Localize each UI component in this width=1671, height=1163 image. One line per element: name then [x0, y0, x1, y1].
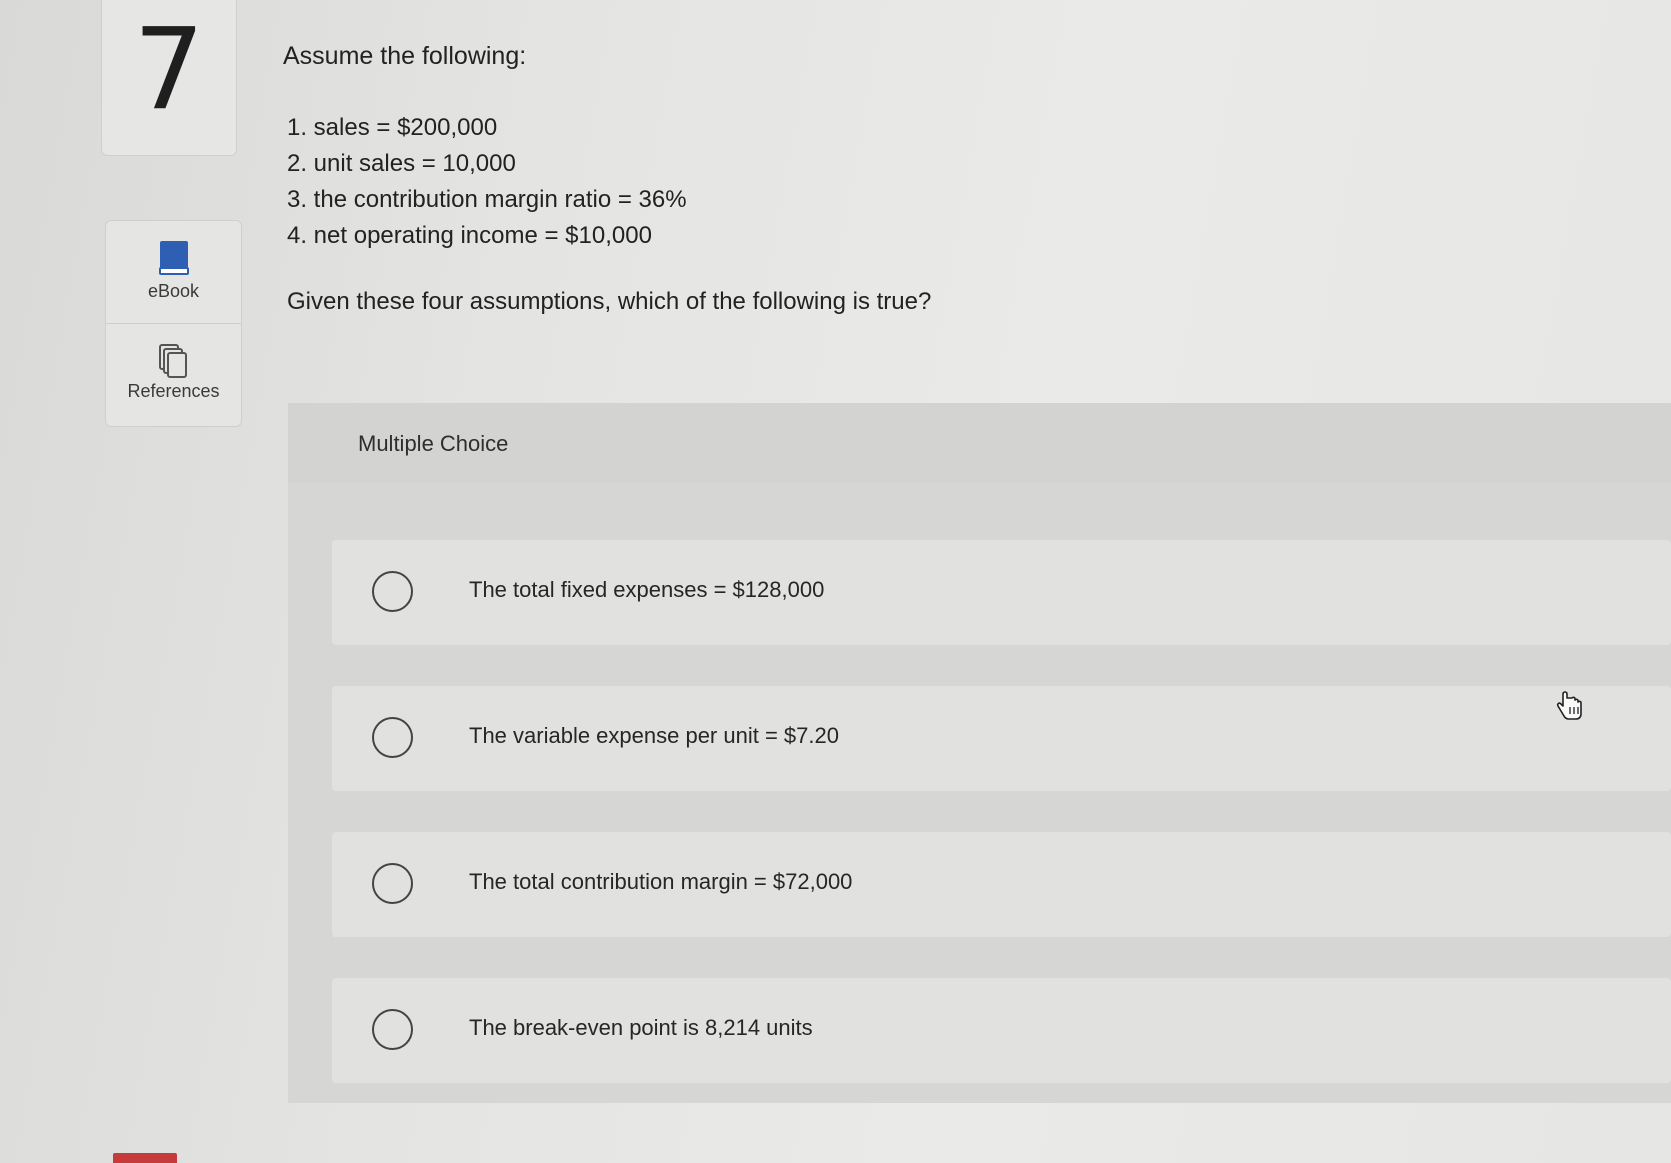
- ebook-button[interactable]: eBook: [106, 221, 241, 324]
- bottom-tab-edge: [113, 1153, 177, 1163]
- resource-tools: eBook References: [105, 220, 242, 427]
- multiple-choice-header: Multiple Choice: [288, 403, 1671, 483]
- references-button[interactable]: References: [106, 324, 241, 426]
- choice-option-2[interactable]: The variable expense per unit = $7.20: [332, 686, 1671, 791]
- hand-pointer-icon: [1556, 691, 1582, 720]
- copy-icon: [158, 344, 187, 378]
- assumption-item: 3. the contribution margin ratio = 36%: [287, 186, 687, 213]
- book-icon: [158, 241, 189, 275]
- question-number: 7: [133, 5, 205, 135]
- choice-text: The variable expense per unit = $7.20: [469, 723, 839, 748]
- assumption-item: 4. net operating income = $10,000: [287, 222, 652, 249]
- references-label: References: [127, 381, 220, 401]
- multiple-choice-title: Multiple Choice: [358, 431, 509, 456]
- question-intro: Assume the following:: [283, 42, 527, 70]
- choice-text: The total fixed expenses = $128,000: [469, 577, 825, 602]
- choice-option-4[interactable]: The break-even point is 8,214 units: [332, 978, 1671, 1083]
- choice-text: The total contribution margin = $72,000: [469, 869, 853, 894]
- question-number-box: 7: [101, 0, 237, 156]
- multiple-choice-panel: Multiple Choice The total fixed expenses…: [288, 403, 1671, 1103]
- radio-button[interactable]: [372, 863, 413, 904]
- choice-option-3[interactable]: The total contribution margin = $72,000: [332, 832, 1671, 937]
- assumptions-list: 1. sales = $200,000 2. unit sales = 10,0…: [287, 110, 687, 254]
- choice-option-1[interactable]: The total fixed expenses = $128,000: [332, 540, 1671, 645]
- radio-button[interactable]: [372, 571, 413, 612]
- assumption-item: 2. unit sales = 10,000: [287, 150, 516, 177]
- radio-button[interactable]: [372, 1009, 413, 1050]
- question-prompt: Given these four assumptions, which of t…: [287, 288, 932, 315]
- assumption-item: 1. sales = $200,000: [287, 114, 498, 141]
- radio-button[interactable]: [372, 717, 413, 758]
- choice-text: The break-even point is 8,214 units: [469, 1015, 813, 1040]
- ebook-label: eBook: [147, 281, 200, 301]
